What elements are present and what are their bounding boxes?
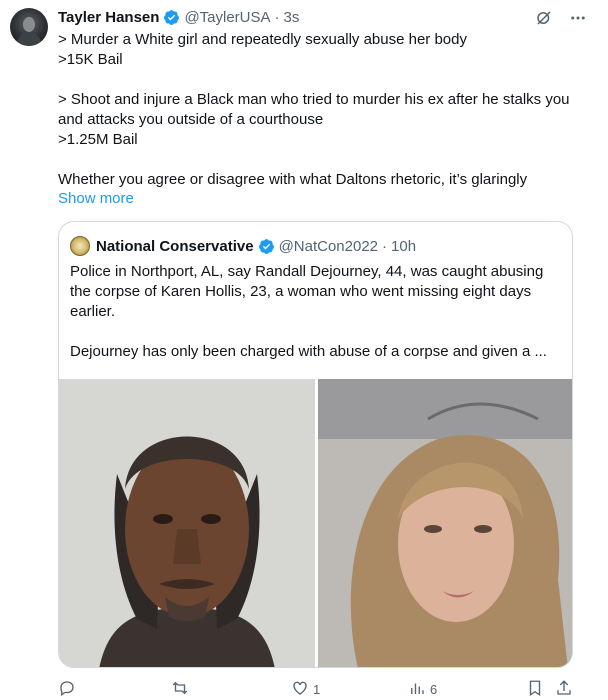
- tweet-line: >15K Bail: [58, 51, 123, 68]
- avatar-face: [23, 17, 35, 32]
- author-avatar[interactable]: [10, 8, 48, 46]
- quoted-author-name[interactable]: National Conservative: [96, 238, 254, 255]
- share-button[interactable]: [555, 679, 573, 700]
- views-icon: [408, 679, 426, 700]
- retweet-icon: [171, 679, 189, 700]
- views-count: 6: [430, 681, 438, 697]
- portrait-illustration: [318, 379, 572, 667]
- show-more-link[interactable]: Show more: [58, 189, 134, 209]
- tweet-top-actions: [534, 8, 588, 28]
- avatar-body: [17, 32, 41, 46]
- share-icon: [555, 679, 573, 700]
- tweet-line: Whether you agree or disagree with what …: [58, 171, 528, 188]
- quoted-paragraph: Dejourney has only been charged with abu…: [70, 343, 547, 360]
- separator-dot: ·: [382, 237, 388, 255]
- mugshot-illustration: [59, 379, 315, 667]
- tweet-time[interactable]: 3s: [284, 9, 300, 26]
- quoted-paragraph: Police in Northport, AL, say Randall Dej…: [70, 263, 544, 320]
- quoted-media: [59, 379, 572, 667]
- tweet-line: > Murder a White girl and repeatedly sex…: [58, 31, 467, 48]
- victim-photo[interactable]: [318, 379, 572, 667]
- reply-icon: [58, 679, 76, 700]
- verified-badge-icon: [163, 9, 180, 26]
- retweet-button[interactable]: [171, 679, 193, 700]
- reply-button[interactable]: [58, 679, 80, 700]
- quoted-tweet-body: Police in Northport, AL, say Randall Dej…: [70, 262, 565, 362]
- tweet-header: Tayler Hansen @TaylerUSA · 3s: [58, 7, 299, 27]
- tweet-line: > Shoot and injure a Black man who tried…: [58, 91, 570, 128]
- like-icon: [291, 679, 309, 700]
- author-handle[interactable]: @TaylerUSA: [184, 9, 270, 26]
- quoted-tweet[interactable]: National Conservative @NatCon2022 · 10h …: [58, 221, 573, 668]
- more-icon[interactable]: [568, 8, 588, 28]
- quoted-author-avatar[interactable]: [70, 236, 90, 256]
- tweet-line: >1.25M Bail: [58, 131, 138, 148]
- views-button[interactable]: 6: [408, 679, 437, 700]
- quoted-tweet-time: 10h: [391, 237, 417, 255]
- like-count: 1: [313, 681, 321, 697]
- verified-badge-icon: [258, 238, 275, 255]
- bookmark-icon: [526, 679, 544, 700]
- author-name[interactable]: Tayler Hansen: [58, 9, 159, 26]
- bookmark-button[interactable]: [526, 679, 544, 700]
- tweet-body: > Murder a White girl and repeatedly sex…: [58, 30, 588, 190]
- like-button[interactable]: 1: [291, 679, 320, 700]
- quoted-author-handle: @NatCon2022: [278, 237, 379, 255]
- mugshot-photo[interactable]: [59, 379, 315, 667]
- tweet-action-bar: 1 6: [58, 679, 578, 699]
- quoted-tweet-header: National Conservative @NatCon2022 · 10h: [70, 236, 416, 256]
- separator-dot: ·: [274, 8, 280, 26]
- grok-icon[interactable]: [534, 8, 554, 28]
